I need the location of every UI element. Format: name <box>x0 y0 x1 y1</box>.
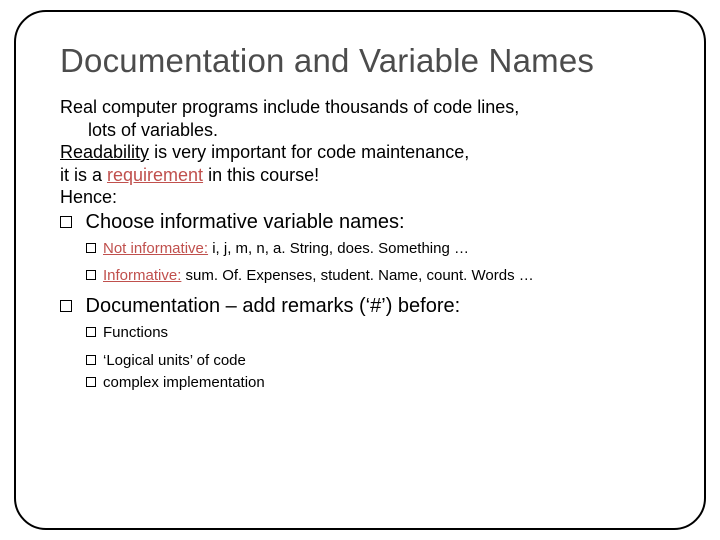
slide-frame: Documentation and Variable Names Real co… <box>14 10 706 530</box>
label-not-informative: Not informative: <box>103 240 208 257</box>
checkbox-icon <box>86 270 96 280</box>
bullet-choose-names-text: Choose informative variable names: <box>80 211 405 233</box>
sub-complex-impl: complex implementation <box>60 372 660 394</box>
checkbox-icon <box>86 327 96 337</box>
checkbox-icon <box>60 216 72 228</box>
checkbox-icon <box>86 377 96 387</box>
requirement-post: in this course! <box>203 165 319 185</box>
sub-logical-units: ‘Logical units’ of code <box>60 350 660 372</box>
requirement-pre: it is a <box>60 165 107 185</box>
intro-line-1b: lots of variables. <box>60 119 660 142</box>
informative-examples: sum. Of. Expenses, student. Name, count.… <box>181 267 533 284</box>
not-informative-examples: i, j, m, n, a. String, does. Something … <box>208 240 469 257</box>
sub-logical-units-text: ‘Logical units’ of code <box>103 352 246 369</box>
sub-informative: Informative: sum. Of. Expenses, student.… <box>60 265 660 287</box>
readability-line: Readability is very important for code m… <box>60 141 660 164</box>
slide: Documentation and Variable Names Real co… <box>0 0 720 540</box>
sub-not-informative: Not informative: i, j, m, n, a. String, … <box>60 238 660 260</box>
readability-rest: is very important for code maintenance, <box>149 142 469 162</box>
word-readability: Readability <box>60 142 149 162</box>
hence-line: Hence: <box>60 186 660 209</box>
sub-complex-impl-text: complex implementation <box>103 374 265 391</box>
checkbox-icon <box>60 300 72 312</box>
checkbox-icon <box>86 243 96 253</box>
bullet-documentation: Documentation – add remarks (‘#’) before… <box>60 293 660 320</box>
sub-functions: Functions <box>60 322 660 344</box>
requirement-line: it is a requirement in this course! <box>60 164 660 187</box>
word-requirement: requirement <box>107 165 203 185</box>
checkbox-icon <box>86 355 96 365</box>
bullet-choose-names: Choose informative variable names: <box>60 209 660 236</box>
sub-functions-text: Functions <box>103 324 168 341</box>
slide-title: Documentation and Variable Names <box>60 42 660 80</box>
bullet-documentation-text: Documentation – add remarks (‘#’) before… <box>80 295 460 317</box>
label-informative: Informative: <box>103 267 181 284</box>
intro-line-1: Real computer programs include thousands… <box>60 96 660 119</box>
